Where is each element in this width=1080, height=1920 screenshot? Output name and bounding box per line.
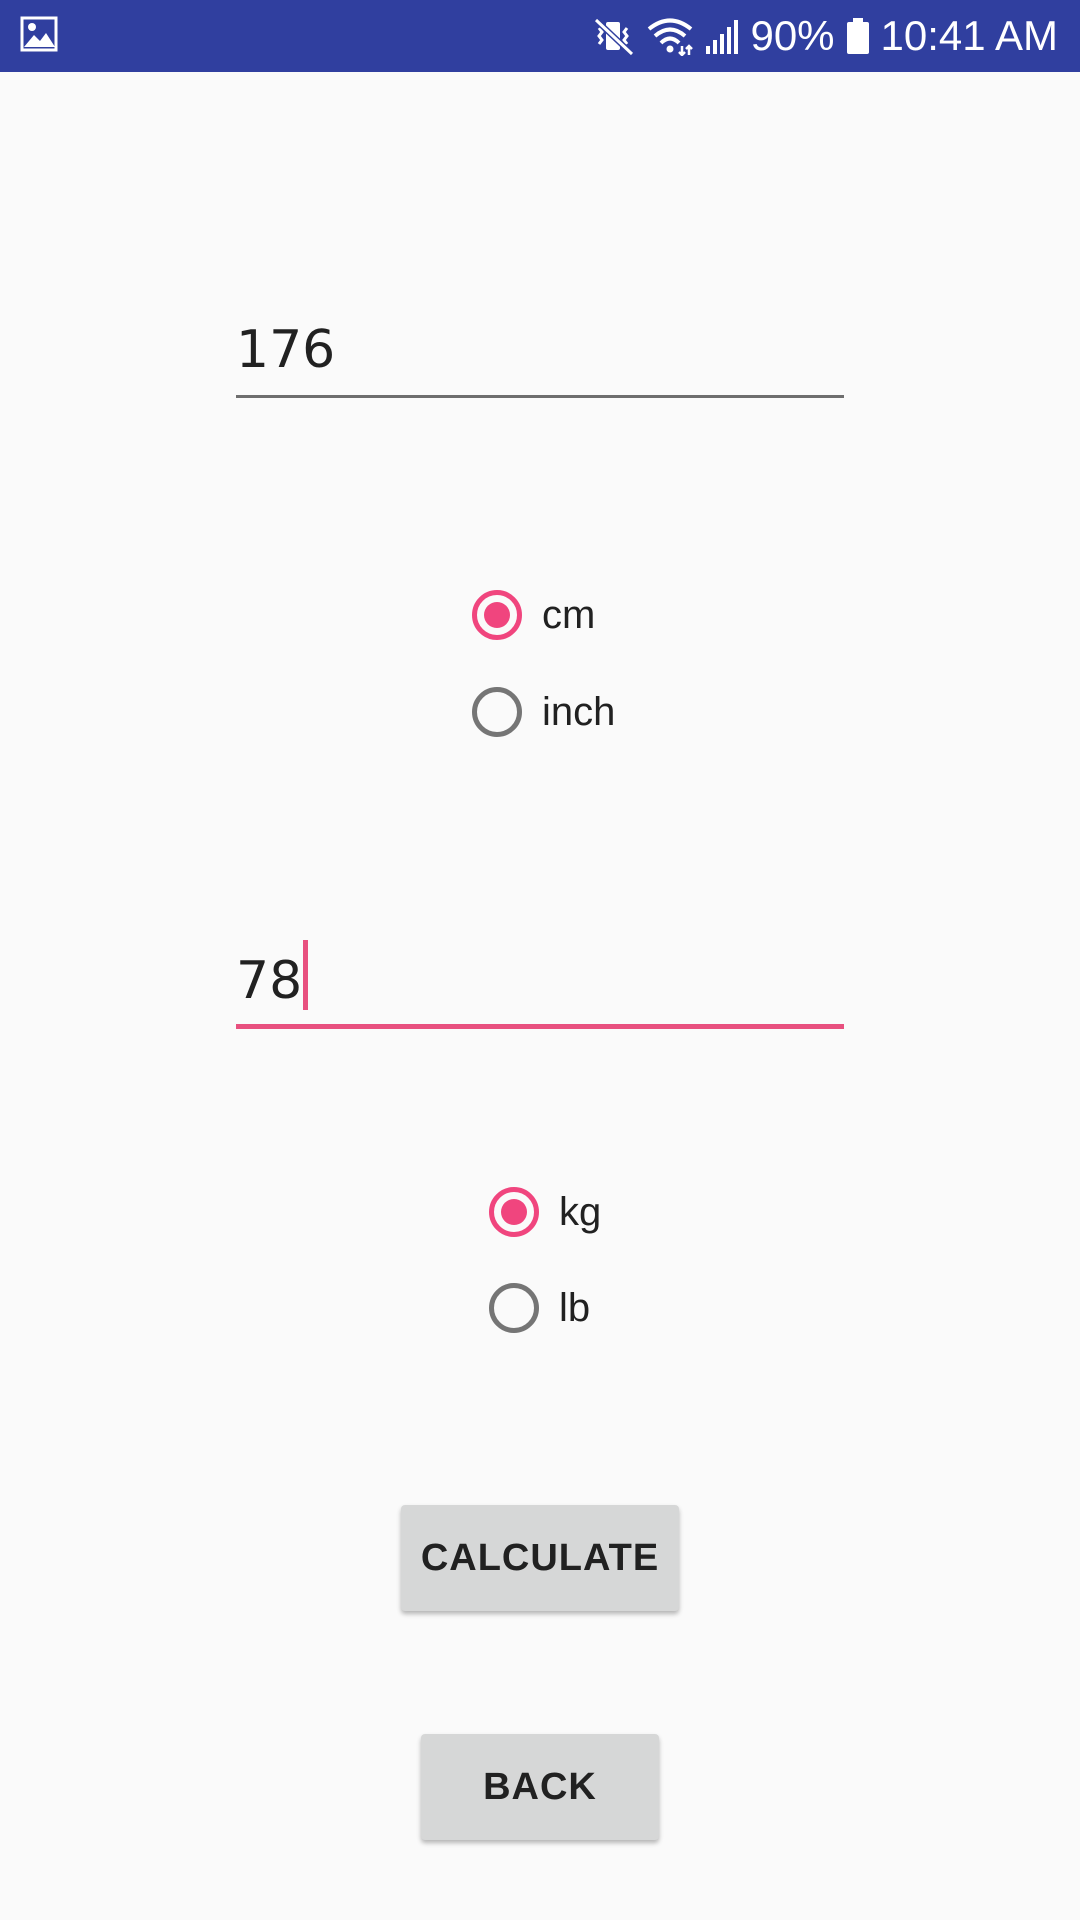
battery-percent: 90% bbox=[750, 12, 835, 59]
radio-kg[interactable]: kg bbox=[489, 1177, 601, 1247]
radio-cm-indicator[interactable] bbox=[472, 590, 522, 640]
vibrate-mute-icon bbox=[594, 17, 635, 56]
status-icons: 90% 10:41 AM bbox=[592, 0, 1058, 72]
height-input[interactable]: 176 bbox=[236, 318, 844, 398]
radio-inch[interactable]: inch bbox=[472, 677, 615, 747]
clock: 10:41 AM bbox=[880, 12, 1058, 59]
text-caret bbox=[303, 940, 309, 1010]
calculate-button[interactable]: CALCULATE bbox=[401, 1505, 679, 1611]
wifi-icon bbox=[648, 18, 694, 56]
weight-value: 78 bbox=[236, 951, 303, 1011]
weight-input[interactable]: 78 bbox=[236, 940, 844, 1029]
radio-cm-label: cm bbox=[542, 592, 596, 637]
weight-value-wrap: 78 bbox=[236, 940, 309, 1011]
signal-icon bbox=[706, 20, 739, 54]
radio-lb-label: lb bbox=[559, 1285, 591, 1330]
radio-kg-indicator[interactable] bbox=[489, 1187, 539, 1237]
height-input-underline bbox=[236, 395, 844, 398]
radio-lb[interactable]: lb bbox=[489, 1273, 590, 1343]
back-button[interactable]: BACK bbox=[421, 1734, 659, 1840]
radio-inch-indicator[interactable] bbox=[472, 687, 522, 737]
weight-input-underline bbox=[236, 1024, 844, 1029]
radio-kg-label: kg bbox=[559, 1189, 602, 1234]
radio-inch-label: inch bbox=[542, 689, 616, 734]
gallery-icon bbox=[20, 16, 58, 52]
height-value: 176 bbox=[236, 320, 336, 380]
battery-icon bbox=[846, 18, 869, 54]
radio-cm[interactable]: cm bbox=[472, 580, 595, 650]
radio-lb-indicator[interactable] bbox=[489, 1283, 539, 1333]
status-bar: 90% 10:41 AM bbox=[0, 0, 1080, 72]
